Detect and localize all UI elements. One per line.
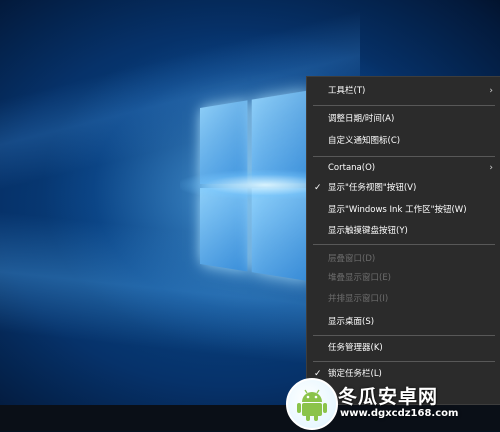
menu-item-show-desktop[interactable]: 显示桌面(S) <box>307 311 500 333</box>
taskbar-context-menu: 工具栏(T) › 调整日期/时间(A) 自定义通知图标(C) Cortana(O… <box>306 76 500 405</box>
menu-item-cortana[interactable]: Cortana(O) › <box>307 157 500 179</box>
menu-separator <box>313 361 495 362</box>
watermark: 冬瓜安卓网 www.dgxcdz168.com <box>286 378 500 431</box>
menu-item-customize-notification-icons[interactable]: 自定义通知图标(C) <box>307 130 500 152</box>
windows-logo-pane <box>200 188 247 271</box>
menu-item-show-windows-ink-button[interactable]: 显示"Windows Ink 工作区"按钮(W) <box>307 199 500 221</box>
menu-item-label: 显示触摸键盘按钮(Y) <box>328 220 408 242</box>
menu-item-adjust-date-time[interactable]: 调整日期/时间(A) <box>307 108 500 130</box>
menu-item-label: 自定义通知图标(C) <box>328 130 400 152</box>
menu-separator <box>313 244 495 245</box>
chevron-right-icon: › <box>489 157 493 179</box>
menu-item-label: 显示桌面(S) <box>328 311 374 333</box>
checkmark-icon: ✓ <box>314 177 322 199</box>
android-logo-icon <box>286 378 338 430</box>
chevron-right-icon: › <box>489 80 493 102</box>
menu-item-label: 显示"Windows Ink 工作区"按钮(W) <box>328 199 467 221</box>
menu-item-label: 调整日期/时间(A) <box>328 108 394 130</box>
watermark-url: www.dgxcdz168.com <box>340 408 458 419</box>
menu-item-task-manager[interactable]: 任务管理器(K) <box>307 337 500 359</box>
menu-item-label: 堆叠显示窗口(E) <box>328 267 391 289</box>
android-logo-svg <box>288 380 336 428</box>
menu-item-stack-windows: 堆叠显示窗口(E) <box>307 267 500 289</box>
menu-item-label: Cortana(O) <box>328 157 375 179</box>
menu-item-label: 任务管理器(K) <box>328 337 383 359</box>
menu-item-side-by-side-windows: 并排显示窗口(I) <box>307 288 500 310</box>
menu-item-toolbars[interactable]: 工具栏(T) › <box>307 80 500 102</box>
windows-logo-pane <box>252 188 311 281</box>
menu-item-show-task-view-button[interactable]: ✓ 显示"任务视图"按钮(V) <box>307 177 500 199</box>
menu-item-label: 并排显示窗口(I) <box>328 288 388 310</box>
menu-item-show-touch-keyboard-button[interactable]: 显示触摸键盘按钮(Y) <box>307 220 500 242</box>
menu-item-label: 显示"任务视图"按钮(V) <box>328 177 416 199</box>
menu-separator <box>313 335 495 336</box>
menu-separator <box>313 105 495 106</box>
menu-item-label: 工具栏(T) <box>328 80 365 102</box>
watermark-title: 冬瓜安卓网 <box>338 382 438 409</box>
